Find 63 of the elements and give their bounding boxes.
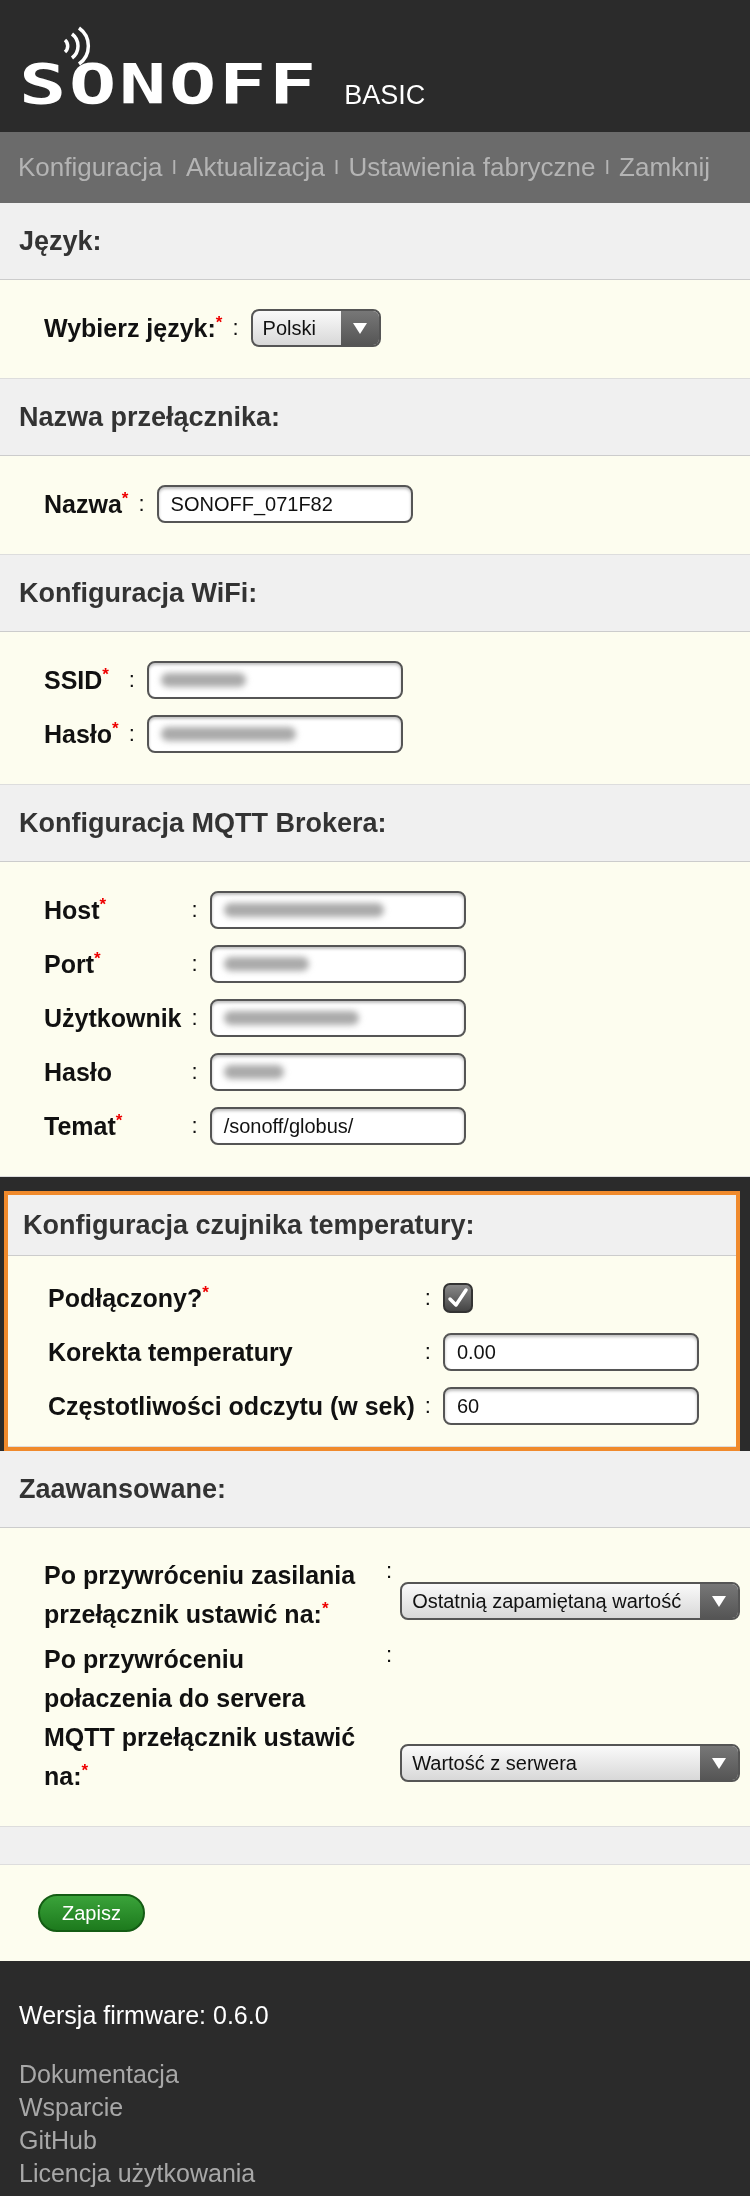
field-label: Port$^{*}$ — [44, 947, 102, 980]
colon-separator: : — [385, 1641, 394, 1668]
field-label: SSID$^{*}$ — [44, 663, 110, 696]
field-label: Wybierz język:$^{*}$ — [44, 311, 223, 344]
colon-separator: : — [190, 1059, 199, 1085]
firmware-version: Wersja firmware: 0.6.0 — [19, 2001, 270, 2030]
dropdown[interactable]: Wartość z serwera — [400, 1744, 741, 1782]
field-label: Hasło$^{*}$ — [44, 717, 119, 750]
footer-link[interactable]: Licencja użytkowania — [19, 2159, 731, 2188]
colon-separator: : — [127, 667, 136, 693]
section-header: Konfiguracja MQTT Brokera: — [0, 785, 750, 862]
input-field[interactable] — [146, 661, 403, 699]
colon-separator: : — [385, 1557, 394, 1584]
colon-separator: : — [137, 491, 146, 517]
dropdown[interactable]: Polski — [250, 309, 381, 347]
input-field[interactable] — [209, 891, 466, 929]
field-label: Host$^{*}$ — [44, 893, 108, 926]
colon-separator: : — [190, 1113, 199, 1139]
nav-separator: I — [604, 156, 611, 179]
field-label: Korekta temperatury — [48, 1337, 294, 1368]
colon-separator: : — [127, 721, 136, 747]
field-label: Częstotliwości odczytu (w sek) — [48, 1391, 415, 1422]
footer-link[interactable]: GitHub — [19, 2126, 731, 2155]
input-field[interactable] — [209, 999, 466, 1037]
nav-separator: I — [171, 156, 178, 179]
save-button[interactable]: Zapisz — [38, 1894, 145, 1932]
input-field[interactable] — [146, 715, 403, 753]
nav-separator: I — [333, 156, 340, 179]
section-header: Zaawansowane: — [0, 1451, 750, 1528]
input-field[interactable]: /sonoff/globus/ — [209, 1107, 466, 1145]
logo-text: SONOFF — [19, 58, 319, 110]
input-field[interactable] — [209, 945, 466, 983]
colon-separator: : — [190, 897, 199, 923]
field-label: Użytkownik — [44, 1003, 182, 1034]
footer-link[interactable]: Wsparcie — [19, 2093, 731, 2122]
input-field[interactable]: 0.00 — [442, 1333, 699, 1371]
colon-separator: : — [423, 1285, 432, 1311]
field-label: Temat$^{*}$ — [44, 1109, 124, 1142]
caret-icon — [351, 321, 368, 335]
section-header: Nazwa przełącznika: — [0, 379, 750, 456]
model-label: BASIC — [344, 80, 426, 110]
field-label: Nazwa$^{*}$ — [44, 487, 129, 520]
colon-separator: : — [190, 951, 199, 977]
colon-separator: : — [190, 1005, 199, 1031]
colon-separator: : — [231, 315, 240, 341]
field-label: Podłączony?$^{*}$ — [48, 1281, 210, 1314]
input-field[interactable]: SONOFF_071F82 — [156, 485, 413, 523]
input-field[interactable]: 60 — [442, 1387, 699, 1425]
colon-separator: : — [423, 1393, 432, 1419]
check-icon — [445, 1286, 470, 1310]
input-field[interactable] — [209, 1053, 466, 1091]
field-label: Hasło — [44, 1057, 114, 1088]
field-label: Po przywróceniu połaczenia do servera MQTT przełącznik ustawić na:$^{*}$ — [44, 1644, 357, 1792]
caret-icon — [711, 1756, 728, 1770]
footer-link[interactable]: Dokumentacja — [19, 2060, 731, 2089]
colon-separator: : — [423, 1339, 432, 1365]
dropdown[interactable]: Ostatnią zapamiętaną wartość — [400, 1582, 741, 1620]
section-header: Konfiguracja WiFi: — [0, 555, 750, 632]
section-header: Język: — [0, 203, 750, 280]
caret-icon — [711, 1594, 728, 1608]
field-label: Po przywróceniu zasilania przełącznik ustawić na:$^{*}$ — [44, 1560, 357, 1630]
section-header: Konfiguracja czujnika temperatury: — [8, 1195, 736, 1256]
checkbox[interactable] — [442, 1283, 473, 1313]
